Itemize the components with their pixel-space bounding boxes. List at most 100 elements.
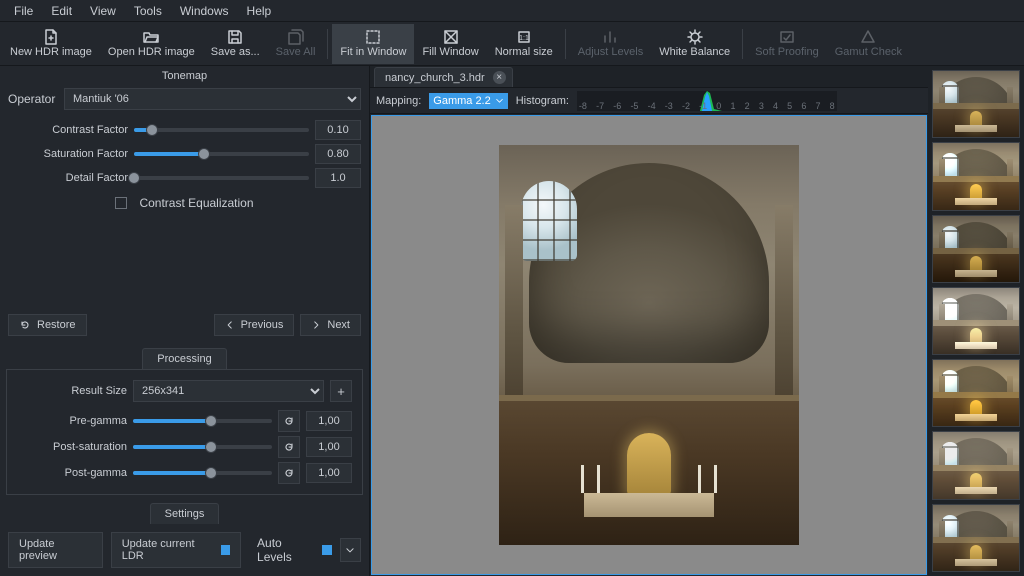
reset-icon [283, 415, 295, 427]
image-viewport[interactable] [371, 115, 927, 575]
toolbar: New HDR image Open HDR image Save as... … [0, 22, 1024, 66]
left-panel: Tonemap Operator Mantiuk '06 Contrast Fa… [0, 66, 370, 576]
reset-post-gamma-button[interactable] [278, 462, 300, 484]
detail-label: Detail Factor [8, 172, 128, 184]
menu-windows[interactable]: Windows [172, 2, 237, 20]
processing-tab[interactable]: Processing [142, 348, 226, 369]
file-tab[interactable]: nancy_church_3.hdr × [374, 67, 513, 87]
detail-slider[interactable] [134, 168, 309, 188]
contrast-label: Contrast Factor [8, 124, 128, 136]
undo-icon [19, 319, 31, 331]
auto-levels-check[interactable] [322, 545, 331, 555]
chevron-down-icon [345, 545, 355, 555]
svg-text:1:1: 1:1 [519, 35, 529, 42]
update-ldr-button[interactable]: Update current LDR [111, 532, 241, 568]
thumbnail[interactable] [932, 215, 1020, 283]
restore-button[interactable]: Restore [8, 314, 87, 336]
pre-gamma-slider[interactable] [133, 411, 272, 431]
menu-tools[interactable]: Tools [126, 2, 170, 20]
chevron-right-icon [311, 320, 321, 330]
processing-section: Result Size 256x341 + Pre-gamma 1,00 Pos… [6, 369, 363, 495]
tonemap-title: Tonemap [0, 66, 369, 86]
white-balance-icon [687, 29, 703, 45]
add-result-size-button[interactable]: + [330, 380, 352, 402]
saturation-label: Saturation Factor [8, 148, 128, 160]
normal-size-button[interactable]: 1:1 Normal size [487, 24, 561, 64]
adjust-levels-button[interactable]: Adjust Levels [570, 24, 651, 64]
toggle-indicator-icon [221, 545, 230, 555]
soft-proofing-button[interactable]: Soft Proofing [747, 24, 827, 64]
post-gamma-slider[interactable] [133, 463, 272, 483]
menubar: File Edit View Tools Windows Help [0, 0, 1024, 22]
thumbnail[interactable] [932, 142, 1020, 210]
levels-icon [602, 29, 618, 45]
open-hdr-button[interactable]: Open HDR image [100, 24, 203, 64]
reset-icon [283, 441, 295, 453]
histogram[interactable]: -8-7-6-5-4-3-2-1012345678 [577, 91, 837, 111]
mapping-label: Mapping: [376, 95, 421, 107]
thumbnail[interactable] [932, 359, 1020, 427]
fill-window-button[interactable]: Fill Window [414, 24, 486, 64]
contrast-eq-checkbox[interactable] [115, 197, 127, 209]
fill-window-icon [443, 29, 459, 45]
operator-label: Operator [8, 92, 58, 106]
soft-proof-icon [779, 29, 795, 45]
menu-file[interactable]: File [6, 2, 41, 20]
normal-size-icon: 1:1 [516, 29, 532, 45]
next-button[interactable]: Next [300, 314, 361, 336]
pre-gamma-value[interactable]: 1,00 [306, 411, 352, 431]
contrast-slider[interactable] [134, 120, 309, 140]
mapping-select[interactable]: Gamma 2.2 [429, 93, 507, 109]
result-size-select[interactable]: 256x341 [133, 380, 324, 402]
histogram-label: Histogram: [516, 95, 569, 107]
gamut-check-button[interactable]: Gamut Check [827, 24, 910, 64]
chevron-left-icon [225, 320, 235, 330]
file-plus-icon [43, 29, 59, 45]
reset-icon [283, 467, 295, 479]
menu-edit[interactable]: Edit [43, 2, 80, 20]
save-all-icon [288, 29, 304, 45]
contrast-value[interactable]: 0.10 [315, 120, 361, 140]
file-tab-label: nancy_church_3.hdr [385, 72, 485, 84]
new-hdr-button[interactable]: New HDR image [2, 24, 100, 64]
file-tabs: nancy_church_3.hdr × [370, 66, 928, 88]
menu-view[interactable]: View [82, 2, 124, 20]
fit-window-button[interactable]: Fit in Window [332, 24, 414, 64]
post-saturation-value[interactable]: 1,00 [306, 437, 352, 457]
pre-gamma-label: Pre-gamma [17, 415, 127, 427]
auto-levels-options-button[interactable] [340, 538, 361, 562]
reset-pre-gamma-button[interactable] [278, 410, 300, 432]
post-saturation-slider[interactable] [133, 437, 272, 457]
save-all-button[interactable]: Save All [268, 24, 324, 64]
update-preview-button[interactable]: Update preview [8, 532, 103, 568]
save-as-button[interactable]: Save as... [203, 24, 268, 64]
close-tab-button[interactable]: × [493, 71, 506, 84]
thumbnail[interactable] [932, 504, 1020, 572]
post-gamma-value[interactable]: 1,00 [306, 463, 352, 483]
post-saturation-label: Post-saturation [17, 441, 127, 453]
reset-post-sat-button[interactable] [278, 436, 300, 458]
thumbnail[interactable] [932, 287, 1020, 355]
saturation-slider[interactable] [134, 144, 309, 164]
white-balance-button[interactable]: White Balance [651, 24, 738, 64]
thumbnail[interactable] [932, 70, 1020, 138]
previous-button[interactable]: Previous [214, 314, 295, 336]
contrast-eq-label: Contrast Equalization [139, 196, 253, 210]
thumbnail[interactable] [932, 431, 1020, 499]
saturation-value[interactable]: 0.80 [315, 144, 361, 164]
gamut-icon [860, 29, 876, 45]
fit-window-icon [365, 29, 381, 45]
thumbnail-strip [928, 66, 1024, 576]
main-image [499, 145, 799, 545]
settings-tab[interactable]: Settings [150, 503, 220, 524]
result-size-label: Result Size [17, 385, 127, 397]
post-gamma-label: Post-gamma [17, 467, 127, 479]
folder-open-icon [143, 29, 159, 45]
center-panel: nancy_church_3.hdr × Mapping: Gamma 2.2 … [370, 66, 928, 576]
auto-levels-label: Auto Levels [257, 536, 316, 564]
save-icon [227, 29, 243, 45]
detail-value[interactable]: 1.0 [315, 168, 361, 188]
operator-select[interactable]: Mantiuk '06 [64, 88, 361, 110]
menu-help[interactable]: Help [239, 2, 280, 20]
chevron-down-icon [495, 96, 504, 105]
